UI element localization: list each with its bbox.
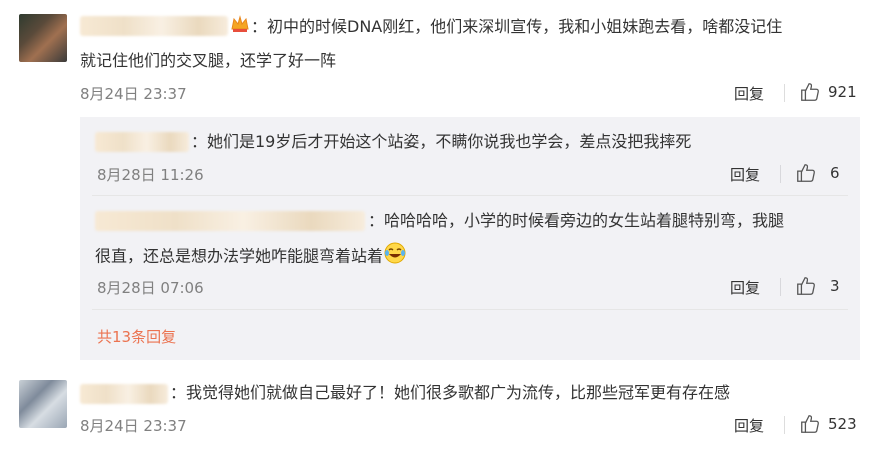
reply-button[interactable]: 回复 [730, 164, 760, 185]
action-divider [780, 165, 781, 183]
reply-author-name[interactable] [95, 131, 191, 152]
reply-button[interactable]: 回复 [734, 415, 764, 436]
comment-text: ：我觉得她们就做自己最好了！她们很多歌都广为流传，比那些冠军更有存在感 [170, 383, 731, 402]
comment-time: 8月24日 23:37 [80, 417, 187, 435]
like-count: 6 [830, 164, 840, 182]
comment-text: ：初中的时候DNA刚红，他们来深圳宣传，我和小姐妹跑去看，啥都没记住 [251, 17, 783, 36]
thumbs-up-icon[interactable] [799, 413, 821, 435]
reply-text: ：哈哈哈哈，小学的时候看旁边的女生站着腿特别弯，我腿 [368, 211, 785, 230]
reply-author-name[interactable] [95, 210, 367, 231]
reply-time: 8月28日 07:06 [97, 279, 204, 297]
commenter-name[interactable] [80, 383, 170, 404]
reply-text: ：她们是19岁后才开始这个站姿，不瞒你说我也学会，差点没把我摔死 [191, 132, 692, 151]
reply-button[interactable]: 回复 [734, 83, 764, 104]
thumbs-up-icon[interactable] [795, 162, 817, 184]
commenter-avatar[interactable] [19, 14, 67, 62]
more-replies-link[interactable]: 共13条回复 [97, 326, 176, 347]
like-count: 3 [830, 277, 840, 295]
like-count: 921 [828, 83, 857, 101]
reply-separator [92, 309, 848, 310]
like-count: 523 [828, 415, 857, 433]
crown-badge-icon [230, 14, 250, 38]
reply-time: 8月28日 11:26 [97, 166, 204, 184]
action-divider [784, 416, 785, 434]
reply-button[interactable]: 回复 [730, 277, 760, 298]
commenter-name[interactable] [80, 9, 230, 43]
comment-text-line2: 就记住他们的交叉腿，还学了好一阵 [80, 51, 337, 70]
action-divider [780, 278, 781, 296]
reply-separator [92, 195, 848, 196]
thumbs-up-icon[interactable] [795, 275, 817, 297]
reply-text-line2-content: 很直，还总是想办法学她咋能腿弯着站着 [95, 246, 384, 266]
thumbs-up-icon[interactable] [799, 81, 821, 103]
laugh-cry-emoji-icon [383, 241, 407, 273]
commenter-avatar[interactable] [19, 380, 67, 428]
comment-time: 8月24日 23:37 [80, 85, 187, 103]
action-divider [784, 84, 785, 102]
reply-text-line2: 很直，还总是想办法学她咋能腿弯着站着 [95, 241, 407, 273]
